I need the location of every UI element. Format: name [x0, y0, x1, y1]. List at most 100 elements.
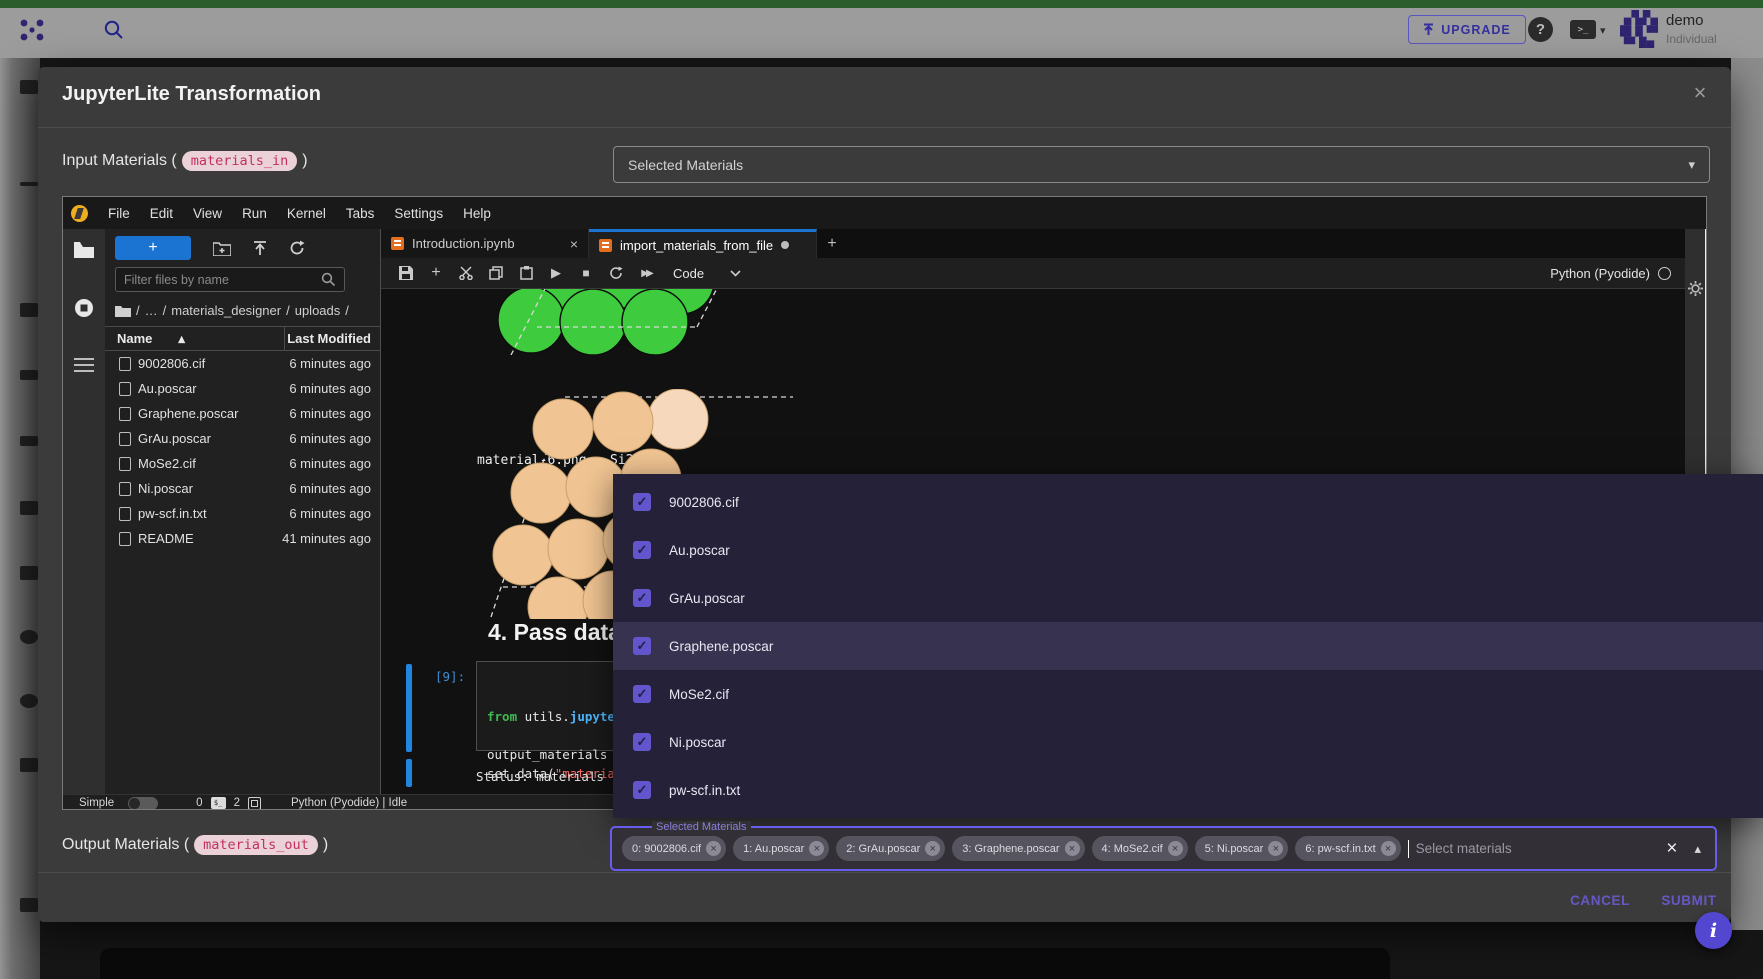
checkbox-checked-icon[interactable]: ✓: [633, 685, 651, 703]
insert-cell-icon[interactable]: +: [423, 262, 449, 284]
kernel-indicator[interactable]: Python (Pyodide): [1550, 266, 1685, 281]
file-row[interactable]: GrAu.poscar6 minutes ago: [105, 426, 381, 451]
cell-collapser[interactable]: [406, 664, 412, 752]
tab-close-icon[interactable]: ×: [570, 236, 578, 252]
app-sidebar-icon[interactable]: [20, 566, 38, 580]
dropdown-option[interactable]: ✓9002806.cif: [613, 478, 1763, 526]
running-sessions-tab-icon[interactable]: [73, 297, 95, 319]
file-browser-tab-icon[interactable]: [73, 241, 95, 259]
chip-delete-icon[interactable]: ×: [925, 841, 940, 856]
table-of-contents-tab-icon[interactable]: [74, 357, 94, 373]
menu-settings[interactable]: Settings: [384, 206, 453, 221]
app-logo[interactable]: [20, 19, 44, 41]
cell-collapser[interactable]: [406, 759, 412, 787]
app-sidebar-icon[interactable]: [20, 80, 38, 94]
app-sidebar-icon[interactable]: [20, 758, 38, 772]
chip-delete-icon[interactable]: ×: [809, 841, 824, 856]
dropdown-option[interactable]: ✓MoSe2.cif: [613, 670, 1763, 718]
breadcrumb-segment[interactable]: …: [145, 303, 158, 318]
simple-mode-toggle[interactable]: [128, 797, 158, 810]
material-chip[interactable]: 4: MoSe2.cif×: [1092, 836, 1188, 861]
file-row[interactable]: MoSe2.cif6 minutes ago: [105, 451, 381, 476]
app-sidebar-icon[interactable]: [20, 370, 38, 380]
new-folder-icon[interactable]: [213, 241, 231, 256]
dropdown-option[interactable]: ✓GrAu.poscar: [613, 574, 1763, 622]
breadcrumb-segment[interactable]: uploads: [295, 303, 341, 318]
chip-delete-icon[interactable]: ×: [1168, 841, 1183, 856]
selected-materials-multiselect[interactable]: Selected Materials 0: 9002806.cif×1: Au.…: [610, 826, 1717, 871]
property-inspector-gear-icon[interactable]: [1688, 281, 1703, 296]
avatar[interactable]: [1620, 10, 1658, 48]
stop-kernel-icon[interactable]: ■: [573, 262, 599, 284]
restart-run-all-icon[interactable]: ▶▶: [633, 262, 659, 284]
selected-materials-select[interactable]: Selected Materials ▾: [613, 146, 1710, 183]
material-chip[interactable]: 0: 9002806.cif×: [622, 836, 726, 861]
checkbox-checked-icon[interactable]: ✓: [633, 493, 651, 511]
paste-cells-icon[interactable]: [513, 262, 539, 284]
file-row[interactable]: Graphene.poscar6 minutes ago: [105, 401, 381, 426]
menu-help[interactable]: Help: [453, 206, 501, 221]
info-fab-button[interactable]: i: [1695, 912, 1732, 949]
dropdown-option[interactable]: ✓pw-scf.in.txt: [613, 766, 1763, 814]
file-row[interactable]: Au.poscar6 minutes ago: [105, 376, 381, 401]
app-sidebar-icon[interactable]: [20, 436, 38, 446]
app-sidebar-icon[interactable]: [20, 501, 38, 515]
help-button[interactable]: ?: [1528, 17, 1553, 42]
chip-delete-icon[interactable]: ×: [1065, 841, 1080, 856]
dropdown-option[interactable]: ✓Graphene.poscar: [613, 622, 1763, 670]
chip-delete-icon[interactable]: ×: [706, 841, 721, 856]
file-row[interactable]: pw-scf.in.txt6 minutes ago: [105, 501, 381, 526]
menu-run[interactable]: Run: [232, 206, 277, 221]
menu-kernel[interactable]: Kernel: [277, 206, 336, 221]
menu-edit[interactable]: Edit: [140, 206, 183, 221]
copy-cells-icon[interactable]: [483, 262, 509, 284]
run-cell-icon[interactable]: ▶: [543, 262, 569, 284]
checkbox-checked-icon[interactable]: ✓: [633, 589, 651, 607]
checkbox-checked-icon[interactable]: ✓: [633, 541, 651, 559]
file-row[interactable]: Ni.poscar6 minutes ago: [105, 476, 381, 501]
dropdown-option[interactable]: ✓Au.poscar: [613, 526, 1763, 574]
kernel-status-text[interactable]: Python (Pyodide) | Idle: [291, 797, 407, 809]
file-row[interactable]: 9002806.cif6 minutes ago: [105, 351, 381, 376]
material-chip[interactable]: 3: Graphene.poscar×: [952, 836, 1084, 861]
material-chip[interactable]: 6: pw-scf.in.txt×: [1295, 836, 1400, 861]
app-sidebar-icon[interactable]: [20, 898, 38, 912]
checkbox-checked-icon[interactable]: ✓: [633, 637, 651, 655]
material-chip[interactable]: 1: Au.poscar×: [733, 836, 829, 861]
app-sidebar-icon[interactable]: [20, 694, 38, 708]
new-launcher-button[interactable]: +: [115, 236, 191, 260]
menu-view[interactable]: View: [183, 206, 232, 221]
tab-import-materials-from-file[interactable]: import_materials_from_file: [589, 229, 817, 258]
file-row[interactable]: README41 minutes ago: [105, 526, 381, 551]
material-chip[interactable]: 2: GrAu.poscar×: [836, 836, 945, 861]
dropdown-option[interactable]: ✓Ni.poscar: [613, 718, 1763, 766]
checkbox-checked-icon[interactable]: ✓: [633, 733, 651, 751]
submit-button[interactable]: SUBMIT: [1652, 885, 1726, 915]
column-last-modified[interactable]: Last Modified: [285, 331, 381, 346]
menu-tabs[interactable]: Tabs: [336, 206, 385, 221]
material-chip[interactable]: 5: Ni.poscar×: [1195, 836, 1289, 861]
upload-icon[interactable]: [253, 241, 267, 256]
filter-files-input[interactable]: [124, 273, 321, 287]
tab-introduction-ipynb[interactable]: Introduction.ipynb ×: [381, 229, 589, 258]
refresh-icon[interactable]: [289, 240, 305, 256]
cell-type-select[interactable]: Code: [673, 266, 741, 281]
cancel-button[interactable]: CANCEL: [1556, 885, 1644, 915]
breadcrumb-segment[interactable]: materials_designer: [171, 303, 281, 318]
app-sidebar-icon[interactable]: [20, 630, 38, 644]
restart-kernel-icon[interactable]: [603, 262, 629, 284]
cut-cells-icon[interactable]: [453, 262, 479, 284]
chip-delete-icon[interactable]: ×: [1381, 841, 1396, 856]
select-materials-input[interactable]: [1416, 841, 1650, 856]
new-tab-button[interactable]: +: [817, 229, 847, 258]
column-name[interactable]: Name ▴: [105, 327, 285, 350]
save-icon[interactable]: [393, 262, 419, 284]
console-menu-button[interactable]: >_: [1570, 20, 1596, 39]
chip-delete-icon[interactable]: ×: [1268, 841, 1283, 856]
upgrade-button[interactable]: UPGRADE: [1408, 15, 1526, 44]
close-icon[interactable]: ×: [1686, 79, 1714, 107]
menu-file[interactable]: File: [98, 206, 140, 221]
clear-selection-icon[interactable]: ×: [1656, 838, 1687, 860]
app-sidebar-icon[interactable]: [20, 303, 38, 317]
app-sidebar-icon[interactable]: [20, 182, 38, 186]
